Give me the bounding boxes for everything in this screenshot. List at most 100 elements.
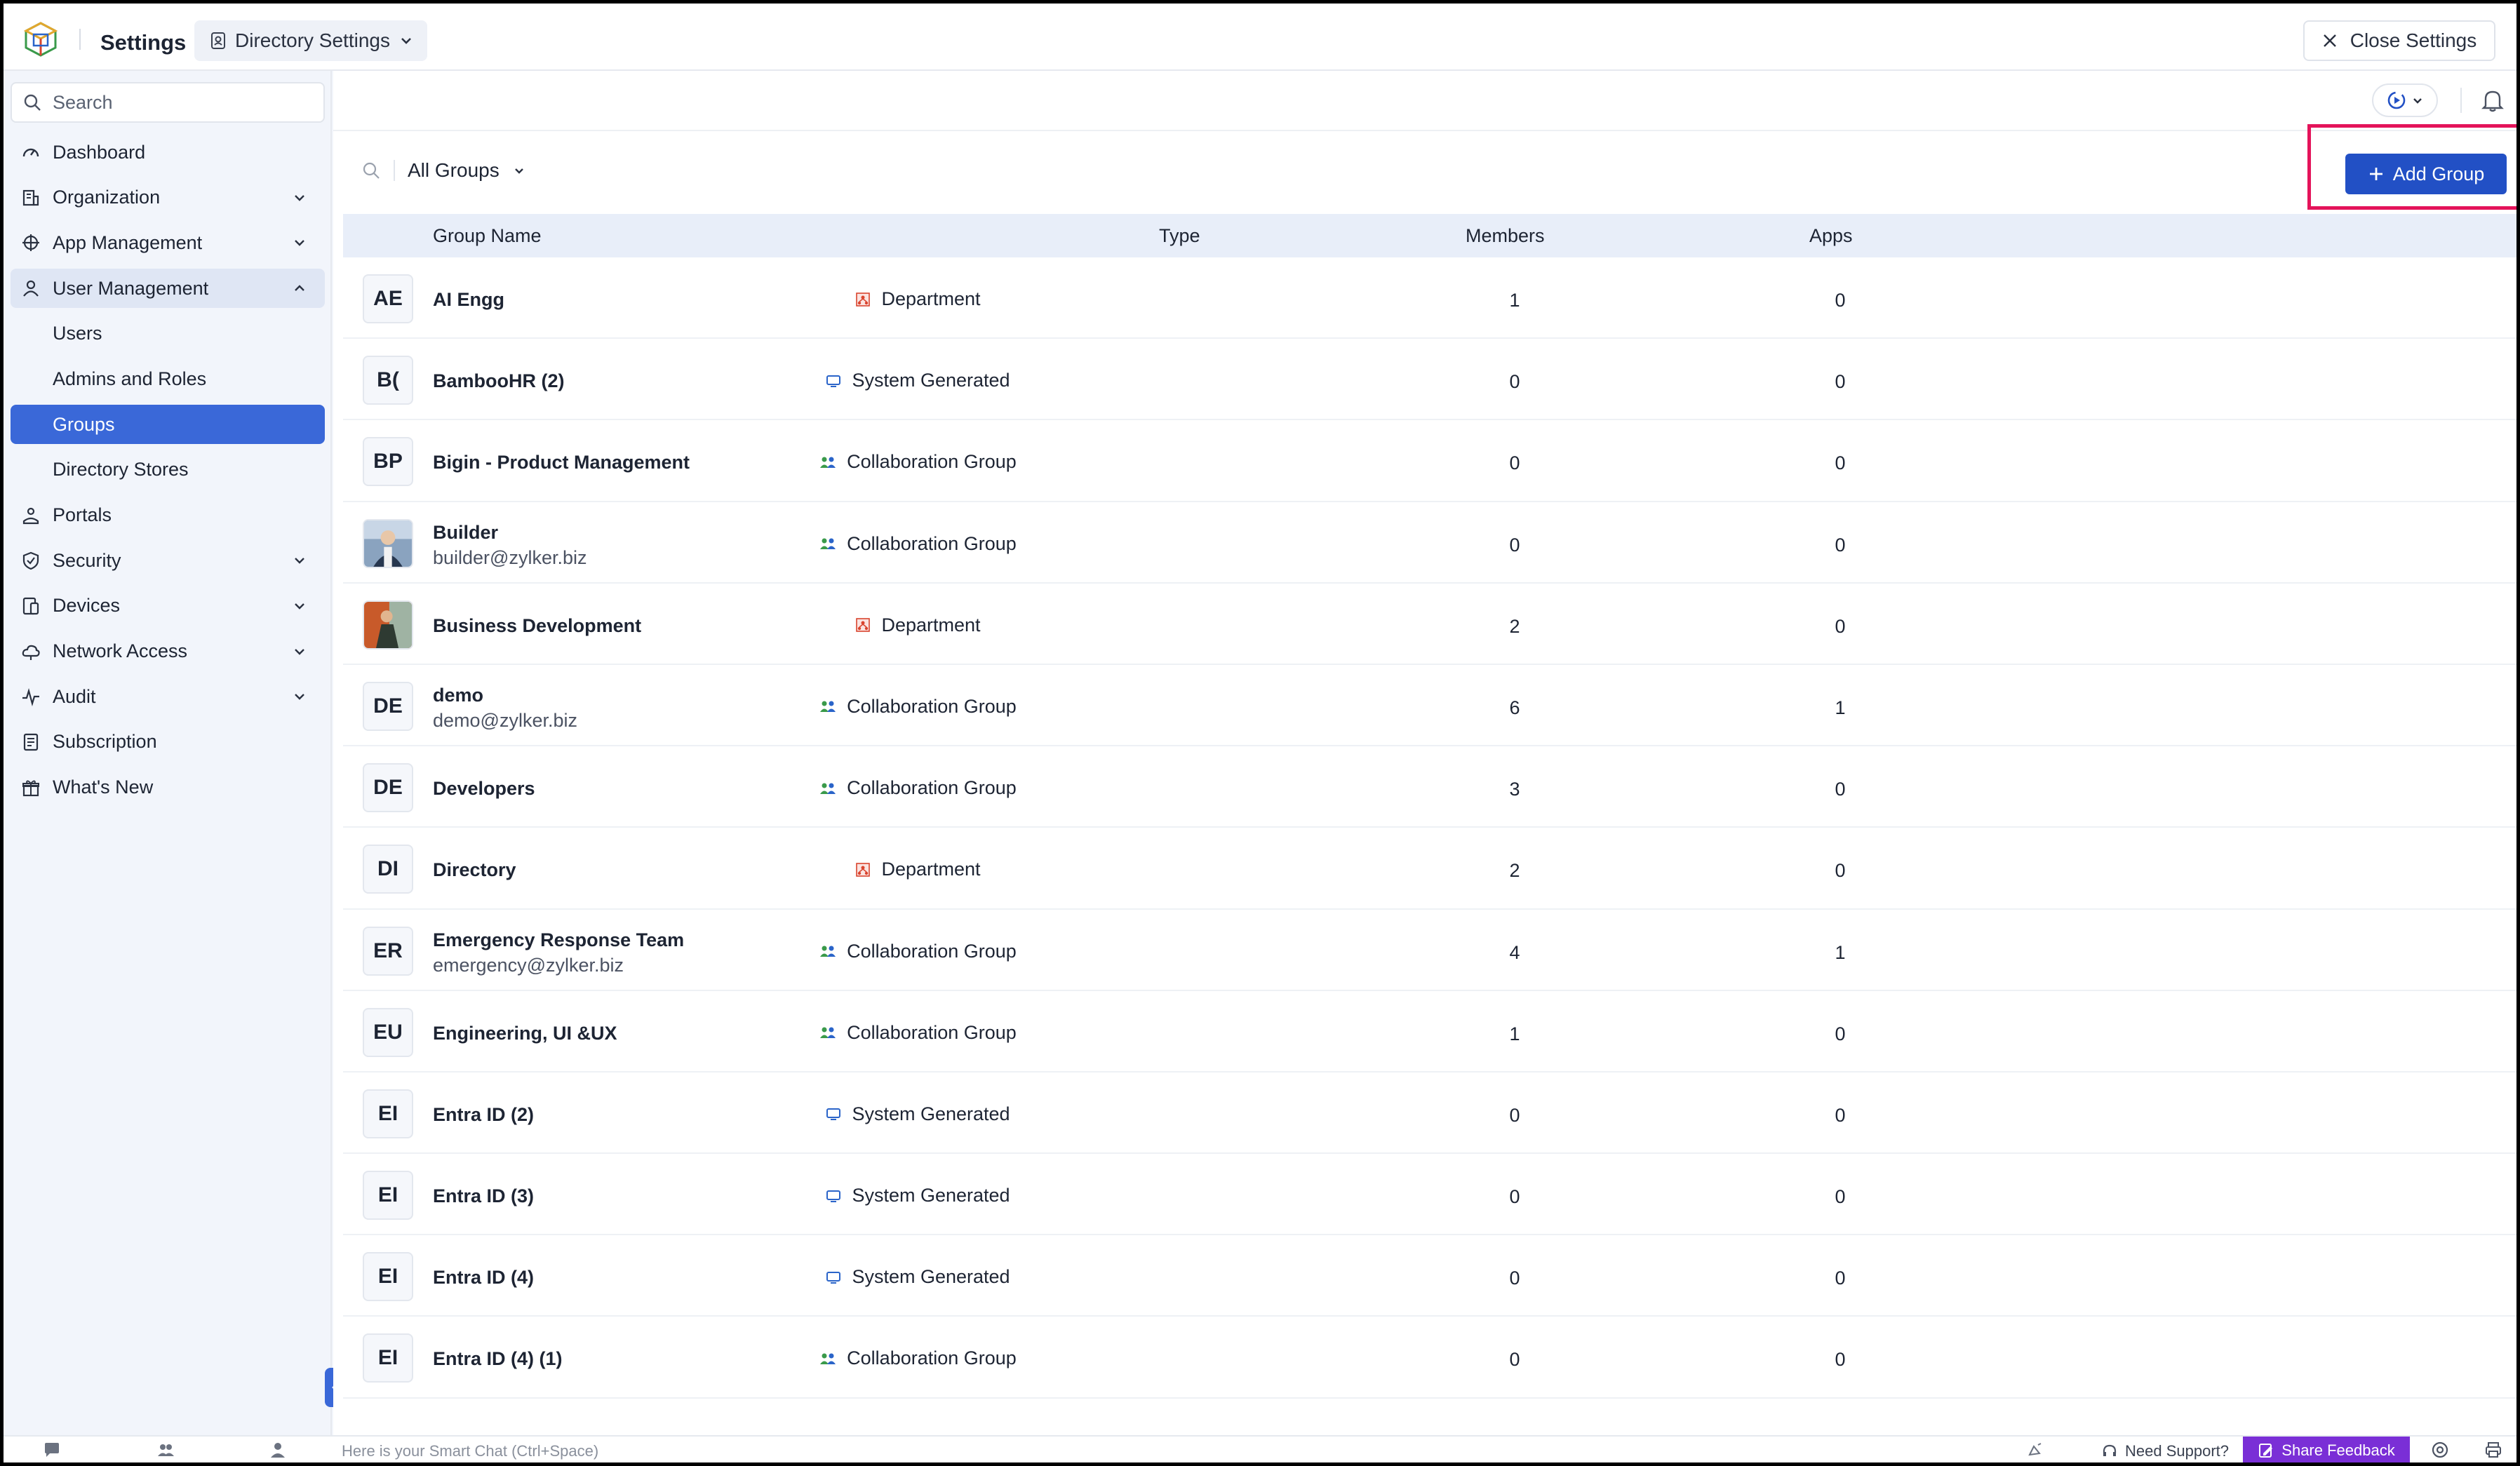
add-group-button[interactable]: Add Group bbox=[2345, 154, 2507, 194]
printer-icon[interactable] bbox=[2484, 1441, 2502, 1459]
table-row[interactable]: Business Development Department 2 0 bbox=[343, 584, 2516, 665]
group-type: System Generated bbox=[343, 1266, 1195, 1288]
sidebar-search[interactable] bbox=[11, 82, 325, 123]
table-row[interactable]: B( BambooHR (2) System Generated 0 0 bbox=[343, 339, 2516, 421]
divider bbox=[79, 29, 81, 50]
sidebar-item-users[interactable]: Users bbox=[11, 314, 325, 354]
cloud-icon bbox=[20, 641, 41, 662]
group-type-label: Collaboration Group bbox=[847, 777, 1017, 799]
column-header-apps[interactable]: Apps bbox=[1809, 225, 1853, 247]
announcement-icon[interactable] bbox=[2027, 1441, 2045, 1459]
group-members-count: 2 bbox=[1509, 615, 1520, 637]
app-logo-icon[interactable] bbox=[22, 20, 60, 58]
sidebar-item-audit[interactable]: Audit bbox=[11, 677, 325, 716]
group-members-count: 6 bbox=[1509, 697, 1520, 718]
sidebar-item-app-management[interactable]: App Management bbox=[11, 223, 325, 262]
table-row[interactable]: EI Entra ID (4) (1) Collaboration Group … bbox=[343, 1317, 2516, 1399]
sidebar-item-whats-new[interactable]: What's New bbox=[11, 768, 325, 807]
at-mention-icon[interactable] bbox=[2431, 1441, 2449, 1459]
profile-icon[interactable] bbox=[269, 1441, 287, 1459]
sidebar-item-directory-stores[interactable]: Directory Stores bbox=[11, 450, 325, 490]
utility-bar bbox=[333, 71, 2516, 131]
divider bbox=[394, 160, 395, 181]
chevron-down-icon bbox=[295, 194, 304, 201]
table-row[interactable]: EI Entra ID (3) System Generated 0 0 bbox=[343, 1154, 2516, 1236]
need-support-link[interactable]: Need Support? bbox=[2101, 1442, 2229, 1460]
table-row[interactable]: DE demo demo@zylker.biz Collaboration Gr… bbox=[343, 665, 2516, 747]
table-row[interactable]: ER Emergency Response Team emergency@zyl… bbox=[343, 910, 2516, 991]
column-header-members[interactable]: Members bbox=[1466, 225, 1545, 247]
table-row[interactable]: EI Entra ID (4) System Generated 0 0 bbox=[343, 1235, 2516, 1317]
table-row[interactable]: EU Engineering, UI &UX Collaboration Gro… bbox=[343, 991, 2516, 1072]
chevron-down-icon bbox=[401, 38, 411, 44]
shield-icon bbox=[20, 550, 41, 571]
share-feedback-button[interactable]: Share Feedback bbox=[2243, 1437, 2410, 1462]
sidebar-item-devices[interactable]: Devices bbox=[11, 586, 325, 626]
search-input[interactable] bbox=[53, 91, 319, 114]
group-members-count: 0 bbox=[1509, 452, 1520, 474]
bell-icon[interactable] bbox=[2479, 86, 2507, 114]
subscription-icon bbox=[20, 732, 41, 753]
group-filter[interactable]: All Groups bbox=[361, 159, 526, 182]
sidebar-item-admins-and-roles[interactable]: Admins and Roles bbox=[11, 359, 325, 398]
department-icon bbox=[856, 863, 871, 877]
search-icon[interactable] bbox=[361, 161, 381, 180]
chevron-down-icon bbox=[295, 240, 304, 247]
sidebar-item-groups[interactable]: Groups bbox=[11, 405, 325, 445]
sidebar-item-network-access[interactable]: Network Access bbox=[11, 632, 325, 671]
table-row[interactable]: EI Entra ID (2) System Generated 0 0 bbox=[343, 1072, 2516, 1155]
search-icon bbox=[24, 94, 41, 111]
group-type-label: Department bbox=[881, 288, 981, 309]
share-feedback-label: Share Feedback bbox=[2281, 1441, 2395, 1459]
group-type: Collaboration Group bbox=[343, 533, 1195, 555]
directory-settings-dropdown[interactable]: Directory Settings bbox=[194, 20, 427, 61]
group-apps-count: 0 bbox=[1835, 615, 1846, 637]
sidebar-item-label: What's New bbox=[53, 776, 154, 798]
system-generated-icon bbox=[826, 1271, 841, 1284]
pulse-icon bbox=[20, 686, 41, 707]
column-header-group-name[interactable]: Group Name bbox=[433, 225, 542, 247]
smart-chat-input[interactable]: Here is your Smart Chat (Ctrl+Space) bbox=[342, 1442, 598, 1460]
filter-label: All Groups bbox=[408, 159, 500, 181]
chevron-down-icon bbox=[295, 603, 304, 610]
contacts-icon[interactable] bbox=[156, 1441, 175, 1459]
chevron-down-icon bbox=[2413, 98, 2422, 104]
sidebar-item-label: User Management bbox=[53, 277, 209, 299]
page-title: Settings bbox=[100, 30, 187, 55]
table-row[interactable]: AE AI Engg Department 1 0 bbox=[343, 257, 2516, 339]
column-header-type[interactable]: Type bbox=[1159, 225, 1200, 247]
group-apps-count: 0 bbox=[1835, 1349, 1846, 1371]
sidebar-item-subscription[interactable]: Subscription bbox=[11, 722, 325, 762]
sidebar-item-user-management[interactable]: User Management bbox=[11, 269, 325, 309]
chat-icon[interactable] bbox=[43, 1441, 61, 1459]
group-members-count: 0 bbox=[1509, 1267, 1520, 1289]
footer-bar: Here is your Smart Chat (Ctrl+Space) Nee… bbox=[4, 1435, 2516, 1462]
divider bbox=[2460, 88, 2462, 113]
close-settings-button[interactable]: Close Settings bbox=[2303, 20, 2495, 61]
sidebar-item-organization[interactable]: Organization bbox=[11, 178, 325, 217]
group-members-count: 0 bbox=[1509, 1349, 1520, 1371]
main-content: All Groups Add Group Group Name Type Mem… bbox=[333, 71, 2516, 1435]
group-apps-count: 0 bbox=[1835, 290, 1846, 311]
table-row[interactable]: DI Directory Department 2 0 bbox=[343, 828, 2516, 910]
play-circle-icon bbox=[2387, 91, 2406, 109]
sidebar-item-portals[interactable]: Portals bbox=[11, 496, 325, 535]
group-type: Department bbox=[343, 288, 1195, 310]
directory-icon bbox=[211, 32, 225, 49]
sidebar-item-label: Organization bbox=[53, 187, 161, 208]
table-row[interactable]: DE Developers Collaboration Group 3 0 bbox=[343, 746, 2516, 828]
sidebar-item-dashboard[interactable]: Dashboard bbox=[11, 133, 325, 172]
table-row[interactable]: Builder builder@zylker.biz Collaboration… bbox=[343, 502, 2516, 584]
group-type: Collaboration Group bbox=[343, 696, 1195, 718]
chevron-down-icon bbox=[295, 694, 304, 700]
session-menu-button[interactable] bbox=[2372, 83, 2438, 117]
sidebar-item-security[interactable]: Security bbox=[11, 541, 325, 580]
group-type: Department bbox=[343, 859, 1195, 880]
table-row[interactable]: BP Bigin - Product Management Collaborat… bbox=[343, 420, 2516, 502]
sidebar-item-label: Admins and Roles bbox=[53, 368, 207, 389]
department-icon bbox=[856, 292, 871, 307]
collaboration-group-icon bbox=[820, 946, 836, 957]
groups-table-body: AE AI Engg Department 1 0 B( BambooHR (2… bbox=[343, 257, 2516, 1399]
sidebar-nav: Dashboard Organization App Management Us… bbox=[11, 133, 325, 813]
close-settings-label: Close Settings bbox=[2350, 29, 2477, 51]
